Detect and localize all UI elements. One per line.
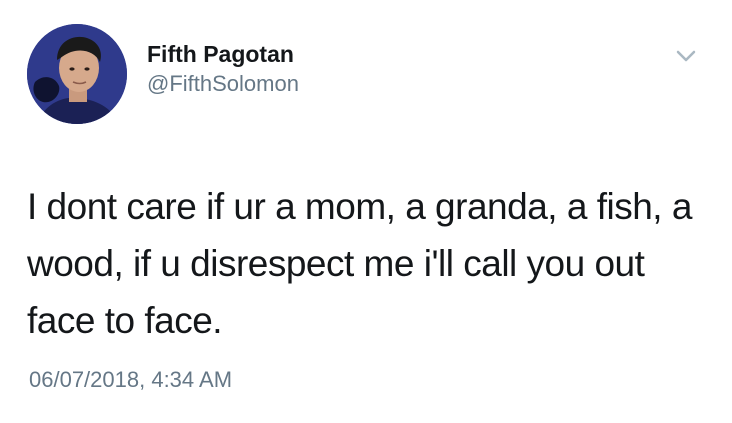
author-info: Fifth Pagotan @FifthSolomon: [147, 40, 299, 98]
author-display-name[interactable]: Fifth Pagotan: [147, 40, 299, 68]
tweet-timestamp[interactable]: 06/07/2018, 4:34 AM: [29, 366, 232, 394]
tweet-text: I dont care if ur a mom, a granda, a fis…: [27, 186, 692, 341]
author-avatar[interactable]: [27, 24, 127, 124]
tweet-card: Fifth Pagotan @FifthSolomon I dont care …: [0, 0, 732, 423]
profile-photo-icon: [27, 24, 127, 124]
author-handle[interactable]: @FifthSolomon: [147, 70, 299, 98]
chevron-down-icon[interactable]: [674, 46, 698, 66]
